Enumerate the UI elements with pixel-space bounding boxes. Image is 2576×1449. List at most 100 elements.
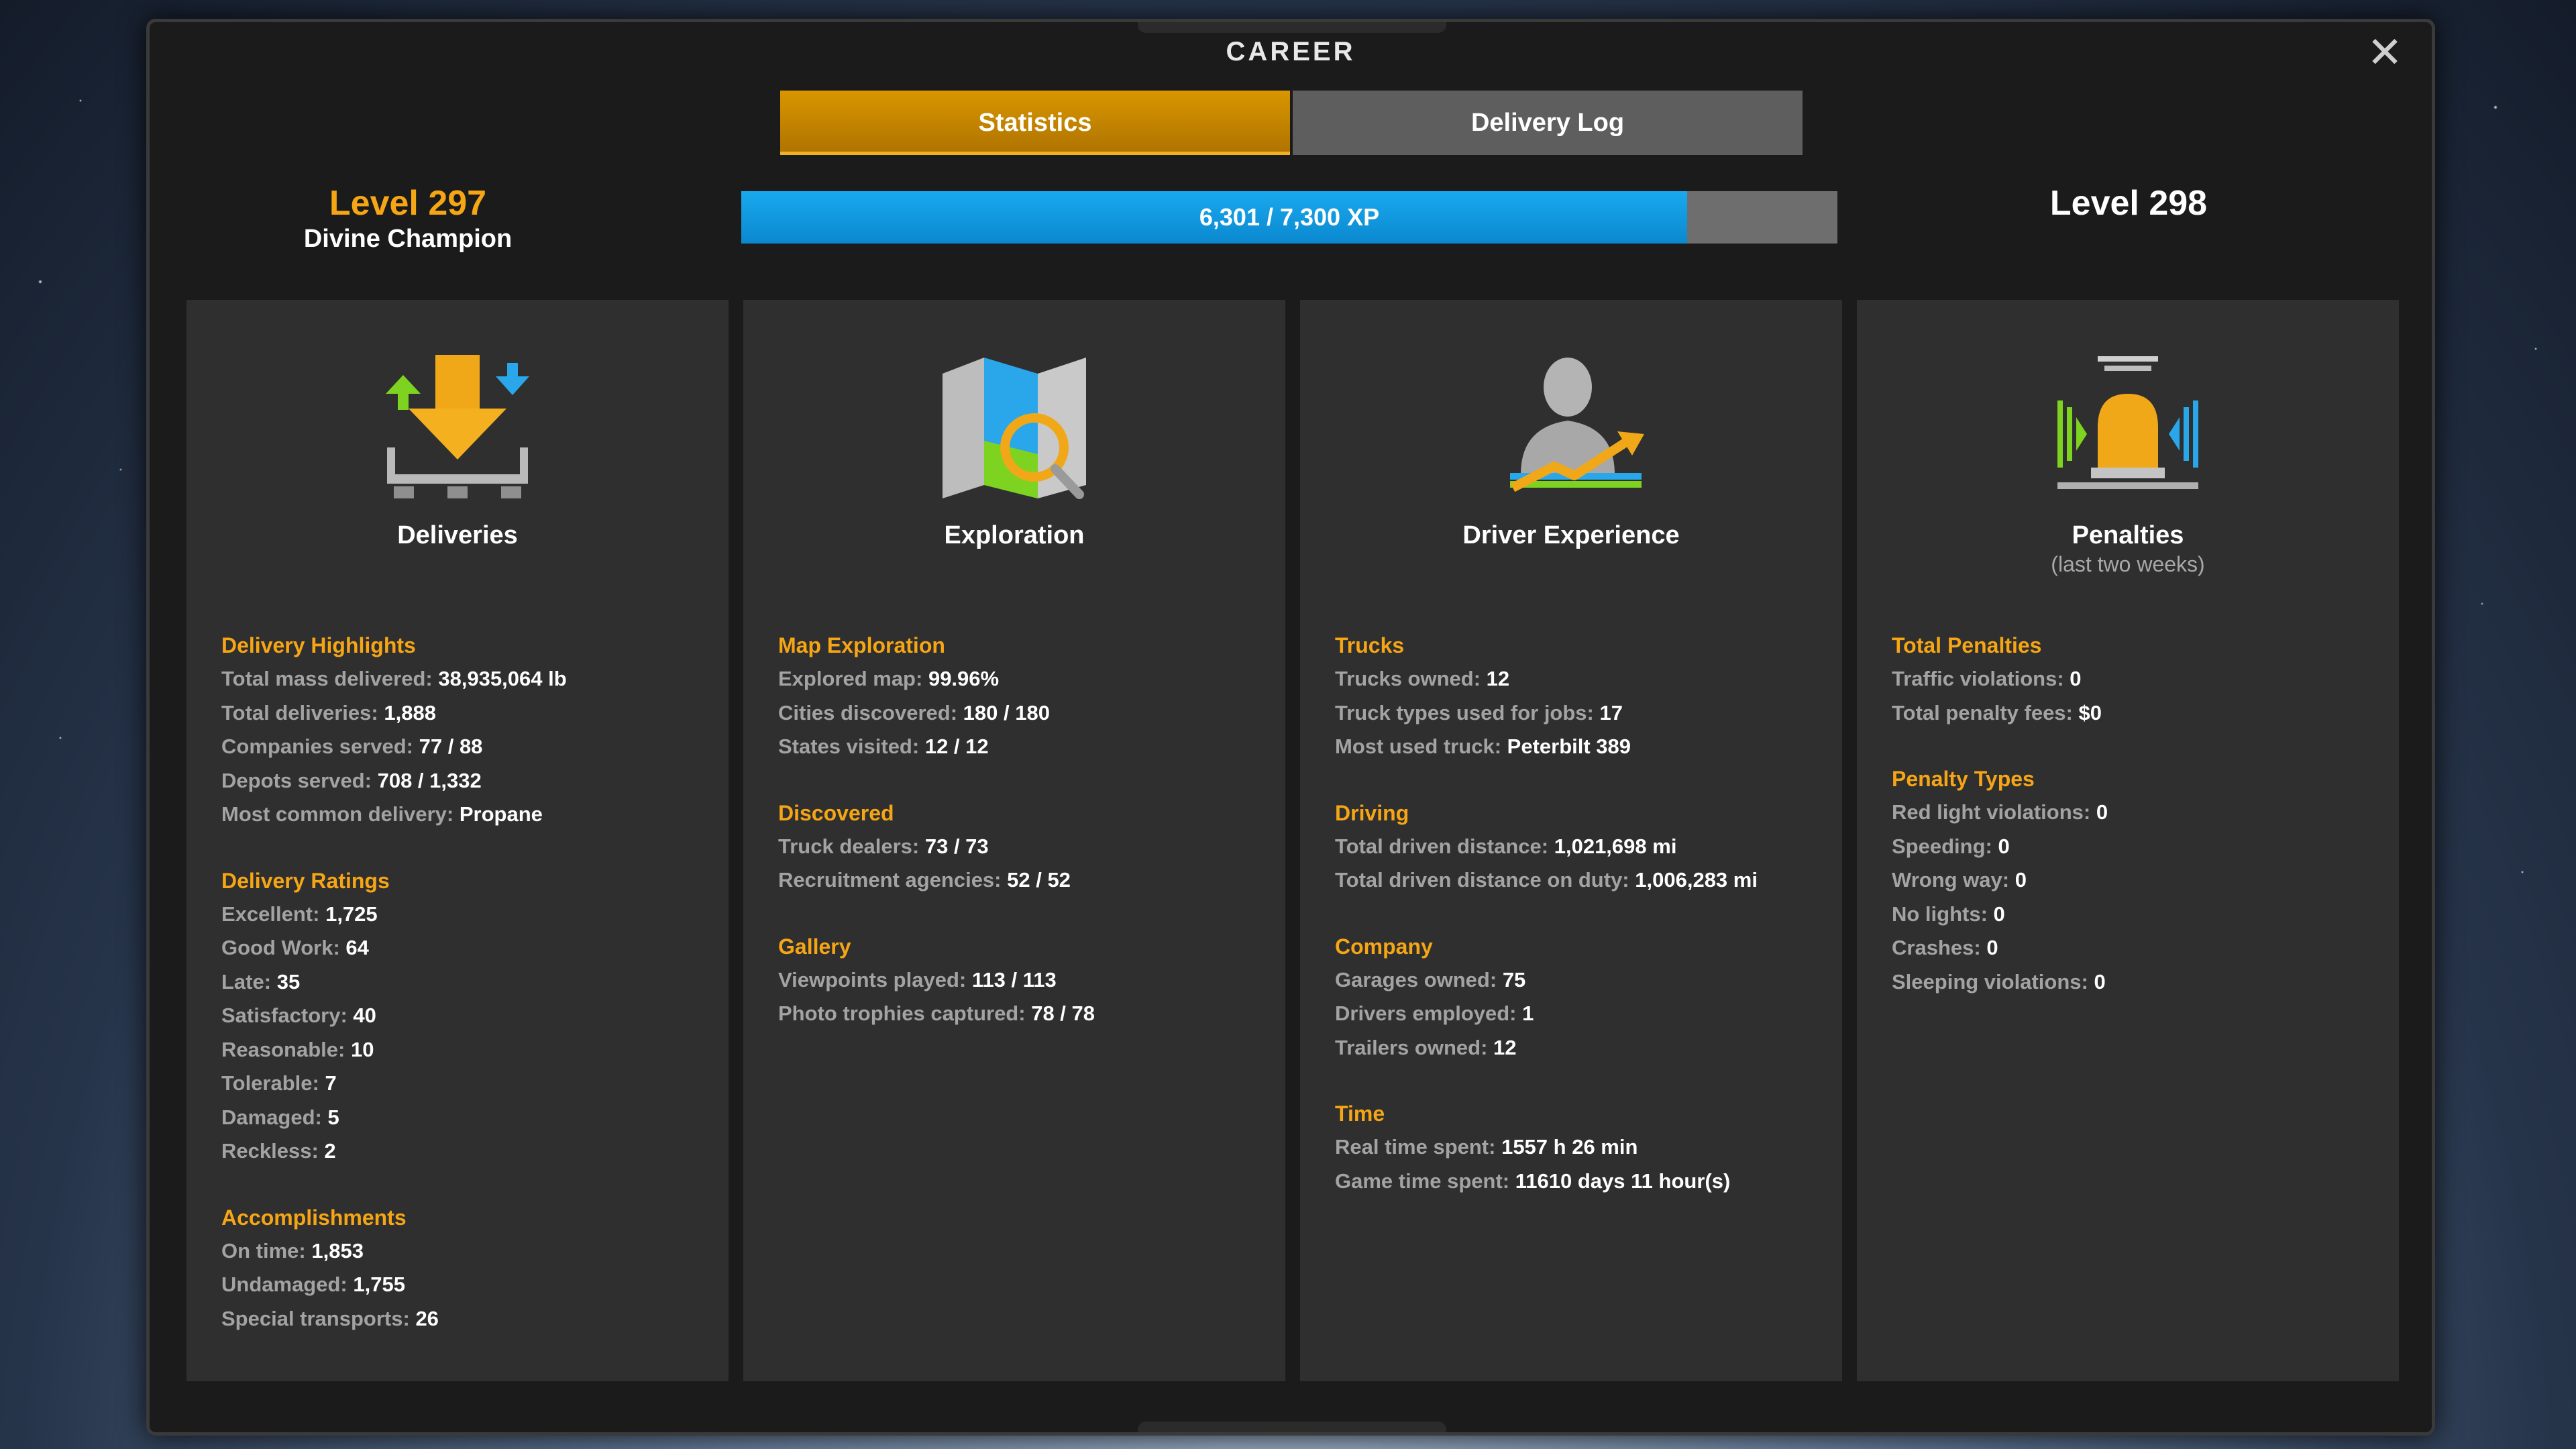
stat-value: 1,755: [353, 1273, 405, 1296]
stat-label: Total penalty fees:: [1892, 700, 2073, 724]
stat-row: On time: 1,853: [221, 1234, 715, 1269]
section-delivery-highlights: Delivery Highlights Total mass delivered…: [221, 629, 715, 832]
section-heading: Discovered: [778, 800, 894, 825]
stat-row: Good Work: 64: [221, 931, 715, 965]
stat-label: Explored map:: [778, 667, 923, 690]
stat-row: Garages owned: 75: [1335, 963, 1829, 998]
rank-title: Divine Champion: [303, 225, 513, 253]
stat-value: 64: [345, 936, 369, 959]
stat-value: 52 / 52: [1007, 868, 1071, 892]
stat-value: Peterbilt 389: [1507, 735, 1631, 758]
section-heading: Map Exploration: [778, 633, 945, 657]
section-trucks: Trucks Trucks owned: 12 Truck types used…: [1335, 629, 1829, 764]
panel-deliveries: Deliveries Delivery Highlights Total mas…: [186, 300, 729, 1381]
stat-value: 1,888: [384, 700, 436, 724]
section-heading: Delivery Highlights: [221, 633, 416, 657]
stat-value: 77 / 88: [419, 735, 483, 758]
stat-label: Viewpoints played:: [778, 967, 967, 991]
stat-value: 99.96%: [928, 667, 1000, 690]
stat-value: 7: [325, 1071, 337, 1095]
stat-row: Recruitment agencies: 52 / 52: [778, 863, 1272, 898]
stat-label: Total driven distance on duty:: [1335, 868, 1629, 892]
stat-label: Sleeping violations:: [1892, 969, 2088, 994]
stat-row: Truck types used for jobs: 17: [1335, 696, 1829, 731]
stat-label: Wrong way:: [1892, 868, 2010, 892]
stat-value: 10: [350, 1037, 374, 1061]
map-magnifier-icon: [943, 358, 1086, 499]
driver-stats: Trucks Trucks owned: 12 Truck types used…: [1335, 629, 1829, 1230]
section-accomplishments: Accomplishments On time: 1,853 Undamaged…: [221, 1201, 715, 1336]
stat-label: Red light violations:: [1892, 800, 2091, 824]
stat-row: Trailers owned: 12: [1335, 1031, 1829, 1065]
tab-statistics[interactable]: Statistics: [780, 91, 1290, 155]
stat-row: Trucks owned: 12: [1335, 662, 1829, 696]
stat-row: Reckless: 2: [221, 1134, 715, 1169]
section-heading: Gallery: [778, 934, 851, 959]
stat-row: Most common delivery: Propane: [221, 798, 715, 832]
section-map-exploration: Map Exploration Explored map: 99.96% Cit…: [778, 629, 1272, 764]
section-delivery-ratings: Delivery Ratings Excellent: 1,725 Good W…: [221, 864, 715, 1169]
stat-label: Reckless:: [221, 1139, 319, 1163]
stat-value: $0: [2078, 700, 2102, 724]
stat-label: Speeding:: [1892, 834, 1992, 858]
section-heading: Time: [1335, 1102, 1385, 1126]
section-total-penalties: Total Penalties Traffic violations: 0 To…: [1892, 629, 2385, 730]
driver-growth-icon: [1510, 358, 1644, 492]
stat-label: Total driven distance:: [1335, 834, 1549, 858]
stat-row: Red light violations: 0: [1892, 796, 2385, 830]
stat-row: Wrong way: 0: [1892, 863, 2385, 898]
stat-label: Total deliveries:: [221, 700, 378, 724]
stat-value: 0: [2070, 667, 2082, 690]
stat-value: 1,006,283 mi: [1635, 868, 1758, 892]
panel-title: Driver Experience: [1462, 521, 1680, 549]
stat-value: 0: [1986, 936, 1998, 959]
stat-row: Total driven distance on duty: 1,006,283…: [1335, 863, 1829, 898]
stat-label: Truck types used for jobs:: [1335, 700, 1594, 724]
career-window: CAREER ✕ Statistics Delivery Log Level 2…: [146, 19, 2435, 1436]
tab-delivery-log[interactable]: Delivery Log: [1293, 91, 1803, 155]
penalties-stats: Total Penalties Traffic violations: 0 To…: [1892, 629, 2385, 1031]
stat-value: 1,725: [325, 902, 378, 926]
xp-progress-bar: 6,301 / 7,300 XP: [741, 191, 1837, 244]
stat-value: 12 / 12: [924, 735, 989, 758]
stat-label: Satisfactory:: [221, 1004, 347, 1027]
stat-label: Truck dealers:: [778, 834, 920, 858]
stat-value: 113 / 113: [971, 967, 1057, 991]
stat-value: 0: [2096, 800, 2108, 824]
stat-row: Undamaged: 1,755: [221, 1268, 715, 1302]
stat-value: 26: [415, 1306, 439, 1330]
section-heading: Delivery Ratings: [221, 868, 390, 893]
stat-value: 5: [327, 1105, 339, 1129]
deliveries-icon: [386, 355, 529, 498]
stat-value: 0: [1998, 834, 2010, 858]
section-heading: Total Penalties: [1892, 633, 2042, 657]
stat-row: Crashes: 0: [1892, 931, 2385, 965]
current-level-number: Level 297: [329, 184, 487, 223]
stat-value: 12: [1493, 1035, 1517, 1059]
stat-row: Most used truck: Peterbilt 389: [1335, 730, 1829, 764]
siren-icon: [2057, 356, 2198, 489]
stat-row: Traffic violations: 0: [1892, 662, 2385, 696]
stat-value: 2: [324, 1139, 336, 1163]
stat-row: Truck dealers: 73 / 73: [778, 830, 1272, 864]
stat-value: 38,935,064 lb: [438, 667, 567, 690]
stat-value: 78 / 78: [1031, 1002, 1095, 1025]
stat-row: Depots served: 708 / 1,332: [221, 764, 715, 798]
panel-title: Penalties: [2072, 521, 2184, 549]
panel-title: Deliveries: [397, 521, 518, 549]
stat-row: Total driven distance: 1,021,698 mi: [1335, 830, 1829, 864]
section-penalty-types: Penalty Types Red light violations: 0 Sp…: [1892, 762, 2385, 999]
close-icon[interactable]: ✕: [2365, 31, 2405, 74]
stat-label: Recruitment agencies:: [778, 868, 1002, 892]
stat-label: No lights:: [1892, 902, 1988, 926]
panel-penalties: Penalties (last two weeks) Total Penalti…: [1857, 300, 2399, 1381]
panel-subtitle: (last two weeks): [2051, 552, 2205, 576]
stat-row: Satisfactory: 40: [221, 999, 715, 1033]
section-gallery: Gallery Viewpoints played: 113 / 113 Pho…: [778, 930, 1272, 1031]
stat-label: On time:: [221, 1238, 306, 1263]
stat-label: Game time spent:: [1335, 1169, 1510, 1193]
stat-value: 11610 days 11 hour(s): [1515, 1169, 1731, 1193]
stat-row: Explored map: 99.96%: [778, 662, 1272, 696]
section-heading: Driving: [1335, 800, 1409, 825]
stat-value: 1,853: [311, 1238, 364, 1263]
